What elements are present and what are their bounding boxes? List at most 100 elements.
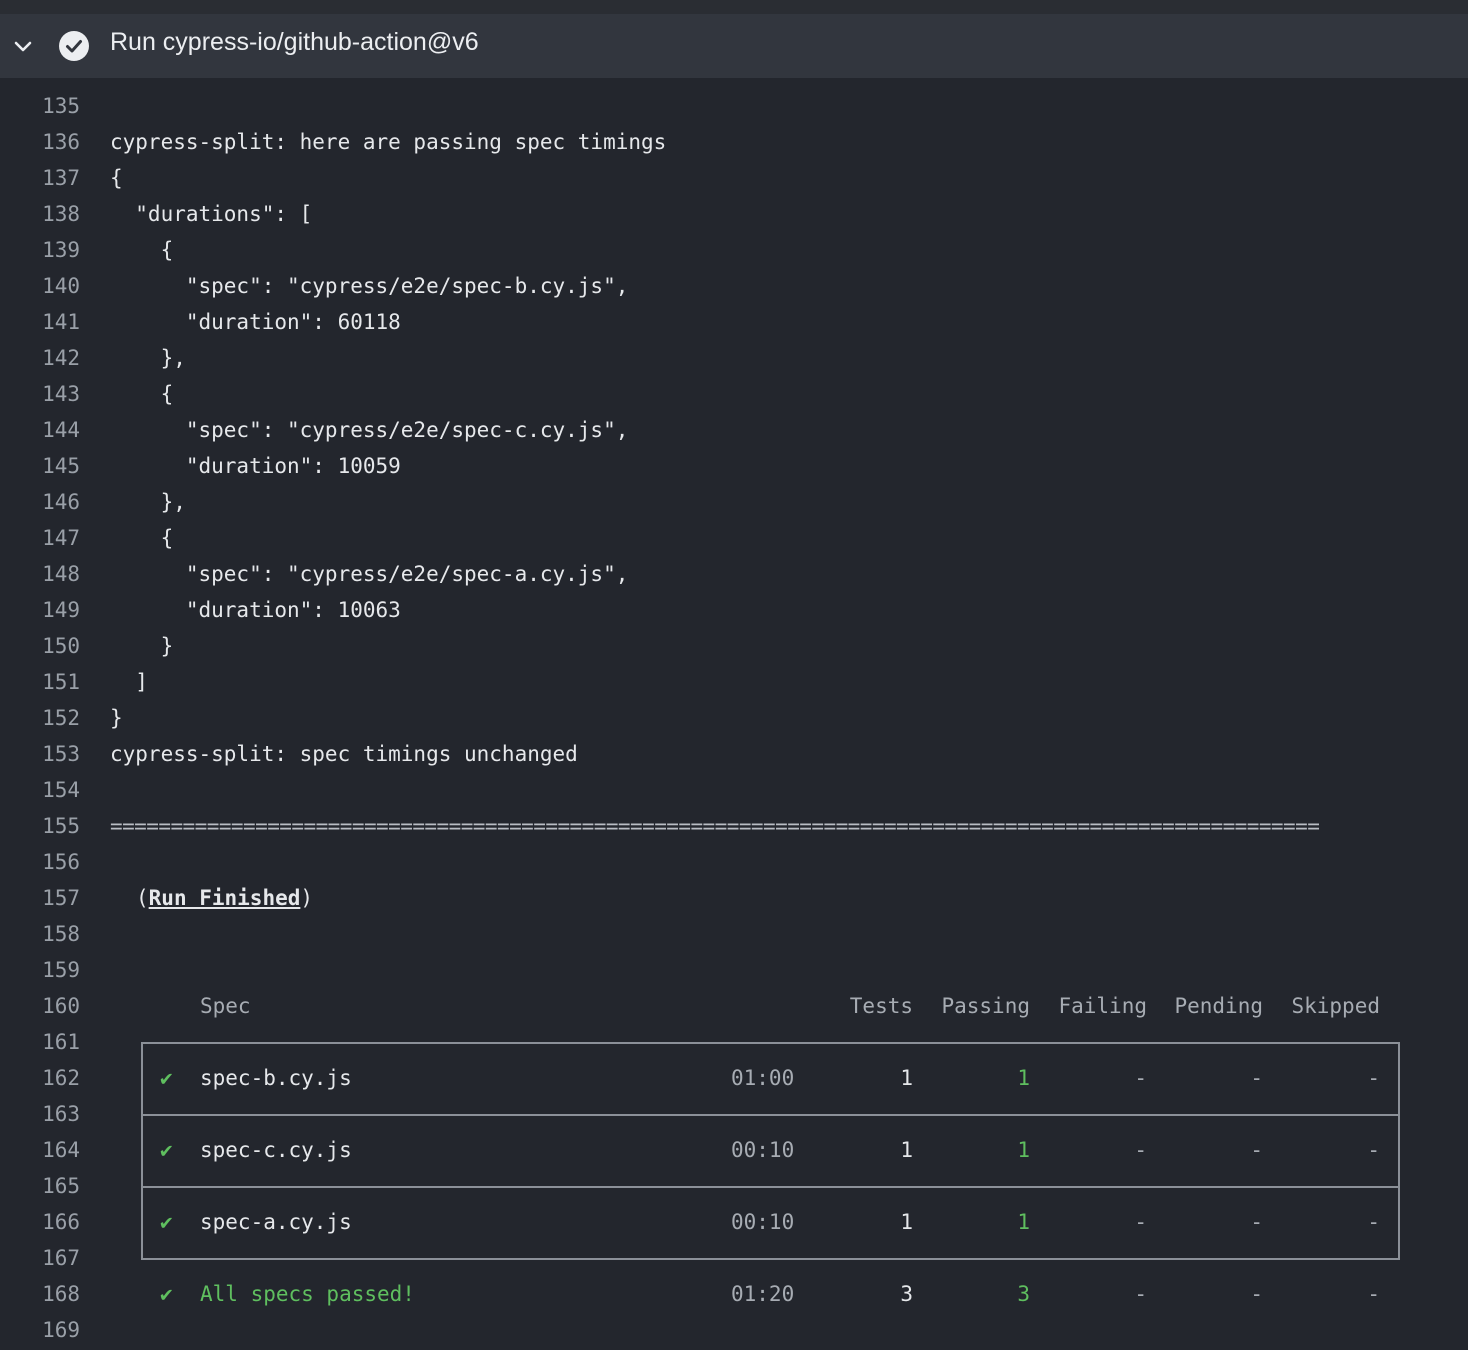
passing-count: 1 (1017, 1210, 1030, 1234)
line-number[interactable]: 164 (0, 1132, 80, 1168)
line-number[interactable]: 165 (0, 1168, 80, 1204)
pending-count: - (1250, 1066, 1263, 1090)
line-number[interactable]: 160 (0, 988, 80, 1024)
pass-check-icon: ✔ (160, 1210, 173, 1234)
line-number[interactable]: 147 (0, 520, 80, 556)
log-text: { (110, 238, 174, 262)
log-line: 139 { (0, 232, 1468, 268)
paren-close: ) (300, 886, 314, 910)
line-number[interactable]: 145 (0, 448, 80, 484)
line-number[interactable]: 167 (0, 1240, 80, 1276)
line-number[interactable]: 166 (0, 1204, 80, 1240)
chevron-down-icon[interactable] (10, 34, 36, 60)
log-line: 151 ] (0, 664, 1468, 700)
passing-count: 1 (1017, 1066, 1030, 1090)
step-header[interactable]: Run cypress-io/github-action@v6 (0, 14, 1468, 78)
line-number[interactable]: 150 (0, 628, 80, 664)
line-number[interactable]: 153 (0, 736, 80, 772)
line-number[interactable]: 168 (0, 1276, 80, 1312)
summary-label: All specs passed! (200, 1282, 415, 1306)
log-line: 150 } (0, 628, 1468, 664)
col-pending-header: Pending (1174, 994, 1263, 1018)
summary-check-icon: ✔ (160, 1282, 173, 1306)
log-text: { (110, 526, 174, 550)
line-number[interactable]: 152 (0, 700, 80, 736)
line-number[interactable]: 156 (0, 844, 80, 880)
pending-count: - (1250, 1210, 1263, 1234)
line-number[interactable]: 143 (0, 376, 80, 412)
log-text: "duration": 10059 (110, 454, 401, 478)
tests-count: 1 (900, 1066, 913, 1090)
log-text: }, (110, 346, 186, 370)
log-line: 144 "spec": "cypress/e2e/spec-c.cy.js", (0, 412, 1468, 448)
log-line: 138 "durations": [ (0, 196, 1468, 232)
log-line: 149 "duration": 10063 (0, 592, 1468, 628)
line-number[interactable]: 142 (0, 340, 80, 376)
log-line: 143 { (0, 376, 1468, 412)
spec-name: spec-a.cy.js (200, 1210, 352, 1234)
summary-skipped: - (1367, 1282, 1380, 1306)
summary-failing: - (1134, 1282, 1147, 1306)
log-line: 137 { (0, 160, 1468, 196)
line-number[interactable]: 169 (0, 1312, 80, 1348)
line-number[interactable]: 162 (0, 1060, 80, 1096)
log-line: 147 { (0, 520, 1468, 556)
log-line: 158 (0, 916, 1468, 952)
log-text: } (110, 634, 174, 658)
pending-count: - (1250, 1138, 1263, 1162)
log-text: "spec": "cypress/e2e/spec-a.cy.js", (110, 562, 629, 586)
tests-count: 1 (900, 1138, 913, 1162)
line-number[interactable]: 135 (0, 88, 80, 124)
log-line: 155 =====================================… (0, 808, 1468, 844)
line-number[interactable]: 157 (0, 880, 80, 916)
line-number[interactable]: 161 (0, 1024, 80, 1060)
col-passing-header: Passing (941, 994, 1030, 1018)
line-number[interactable]: 141 (0, 304, 80, 340)
summary-pending: - (1250, 1282, 1263, 1306)
spec-name: spec-c.cy.js (200, 1138, 352, 1162)
log-line: 153 cypress-split: spec timings unchanged (0, 736, 1468, 772)
line-number[interactable]: 137 (0, 160, 80, 196)
table-border (141, 1258, 1400, 1260)
line-number[interactable]: 146 (0, 484, 80, 520)
step-title: Run cypress-io/github-action@v6 (110, 28, 479, 56)
line-number[interactable]: 151 (0, 664, 80, 700)
line-number[interactable]: 139 (0, 232, 80, 268)
summary-tests: 3 (900, 1282, 913, 1306)
log-line: 169 (0, 1312, 1468, 1348)
log-line: 141 "duration": 60118 (0, 304, 1468, 340)
summary-duration: 01:20 (731, 1282, 795, 1306)
passing-count: 1 (1017, 1138, 1030, 1162)
log-text: cypress-split: here are passing spec tim… (110, 130, 667, 154)
log-line: 154 (0, 772, 1468, 808)
log-line: 145 "duration": 10059 (0, 448, 1468, 484)
log-line: 152} (0, 700, 1468, 736)
summary-passing: 3 (1017, 1282, 1030, 1306)
spec-duration: 00:10 (731, 1210, 795, 1234)
log-text: }, (110, 490, 186, 514)
line-number[interactable]: 138 (0, 196, 80, 232)
line-number[interactable]: 159 (0, 952, 80, 988)
line-number[interactable]: 163 (0, 1096, 80, 1132)
log-line: 142 }, (0, 340, 1468, 376)
line-number[interactable]: 149 (0, 592, 80, 628)
paren-open: ( (136, 886, 149, 910)
log-line: 135 (0, 88, 1468, 124)
log-text: ] (110, 670, 148, 694)
line-number[interactable]: 155 (0, 808, 80, 844)
col-tests-header: Tests (849, 994, 913, 1018)
pass-check-icon: ✔ (160, 1138, 173, 1162)
line-number[interactable]: 136 (0, 124, 80, 160)
line-number[interactable]: 144 (0, 412, 80, 448)
skipped-count: - (1367, 1138, 1380, 1162)
spec-name: spec-b.cy.js (200, 1066, 352, 1090)
log-line: 159 (0, 952, 1468, 988)
line-number[interactable]: 154 (0, 772, 80, 808)
line-number[interactable]: 140 (0, 268, 80, 304)
skipped-count: - (1367, 1066, 1380, 1090)
col-spec-header: Spec (200, 994, 251, 1018)
line-number[interactable]: 158 (0, 916, 80, 952)
failing-count: - (1134, 1138, 1147, 1162)
line-number[interactable]: 148 (0, 556, 80, 592)
log-line: 156 (0, 844, 1468, 880)
